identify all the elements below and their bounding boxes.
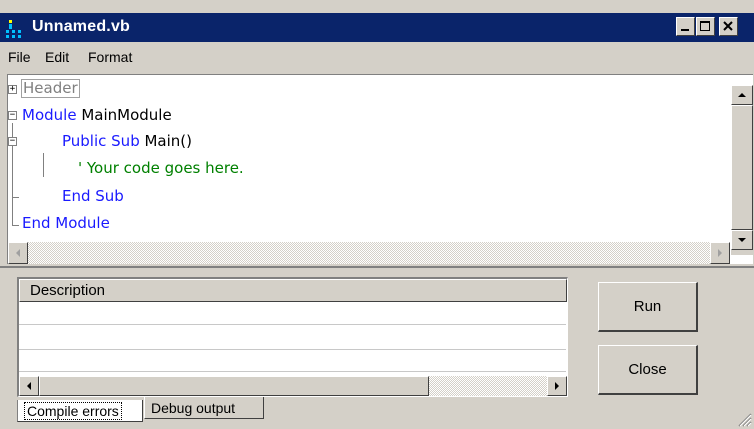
identifier: MainModule — [76, 106, 172, 124]
close-icon — [723, 21, 733, 31]
app-icon — [6, 20, 21, 38]
keyword: End Sub — [62, 187, 124, 205]
code-line-sub[interactable]: Public Sub Main() — [62, 132, 192, 150]
tab-debug-output[interactable]: Debug output — [144, 397, 264, 419]
editor-horizontal-scrollbar[interactable] — [8, 242, 730, 264]
code-editor[interactable]: + − − Header Module MainModule Public Su… — [7, 74, 753, 264]
collapse-module-icon[interactable]: − — [8, 111, 17, 120]
menu-file[interactable]: File — [8, 49, 31, 65]
keyword: Module — [22, 106, 77, 124]
maximize-button[interactable] — [696, 17, 715, 36]
arrow-down-icon — [738, 238, 746, 242]
maximize-icon — [700, 21, 710, 31]
compile-errors-list[interactable]: Description — [17, 277, 568, 397]
scroll-thumb[interactable] — [731, 105, 753, 230]
code-line-comment[interactable]: ' Your code goes here. — [78, 159, 244, 177]
fold-guide — [12, 197, 19, 198]
tab-label: Compile errors — [24, 402, 122, 420]
run-button[interactable]: Run — [598, 282, 698, 332]
app-window: Unnamed.vb File Edit Format + − − Header… — [0, 0, 754, 429]
collapse-sub-icon[interactable]: − — [8, 137, 17, 146]
tab-label: Debug output — [151, 400, 236, 416]
splitter[interactable] — [0, 266, 754, 268]
fold-guide — [12, 225, 19, 226]
identifier: Main() — [139, 132, 192, 150]
scroll-left-button[interactable] — [8, 242, 28, 264]
scroll-left-button[interactable] — [19, 376, 39, 396]
arrow-left-icon — [27, 382, 31, 390]
scroll-up-button[interactable] — [731, 85, 753, 105]
code-line-end-sub[interactable]: End Sub — [62, 187, 124, 205]
column-header-label: Description — [30, 282, 106, 299]
keyword: End Module — [22, 214, 110, 232]
arrow-up-icon — [738, 93, 746, 97]
list-row-divider — [19, 349, 566, 350]
code-line-module[interactable]: Module MainModule — [22, 106, 172, 124]
keyword: Public Sub — [62, 132, 140, 150]
arrow-right-icon — [718, 249, 722, 257]
arrow-right-icon — [555, 382, 559, 390]
minimize-icon — [681, 29, 689, 31]
minimize-button[interactable] — [676, 17, 695, 36]
scroll-right-button[interactable] — [710, 242, 730, 264]
title-bar[interactable]: Unnamed.vb — [0, 13, 754, 42]
expand-header-icon[interactable]: + — [8, 85, 17, 94]
close-button[interactable]: Close — [598, 345, 698, 395]
resize-grip-icon[interactable] — [738, 413, 752, 427]
code-line-end-module[interactable]: End Module — [22, 214, 110, 232]
arrow-left-icon — [16, 249, 20, 257]
fold-guide — [43, 153, 44, 177]
description-column-header[interactable]: Description — [19, 279, 567, 302]
tab-compile-errors[interactable]: Compile errors — [17, 400, 143, 422]
close-window-button[interactable] — [719, 17, 738, 36]
window-title: Unnamed.vb — [32, 18, 131, 35]
list-row-divider — [19, 371, 566, 372]
menu-bar: File Edit Format — [0, 42, 754, 72]
scroll-right-button[interactable] — [547, 376, 567, 396]
scroll-thumb[interactable] — [39, 376, 429, 396]
list-row-divider — [19, 324, 566, 325]
editor-vertical-scrollbar[interactable] — [731, 85, 753, 255]
collapsed-header[interactable]: Header — [21, 79, 80, 98]
menu-format[interactable]: Format — [88, 49, 132, 65]
scroll-down-button[interactable] — [731, 230, 753, 250]
errors-horizontal-scrollbar[interactable] — [19, 376, 567, 396]
menu-edit[interactable]: Edit — [45, 49, 69, 65]
